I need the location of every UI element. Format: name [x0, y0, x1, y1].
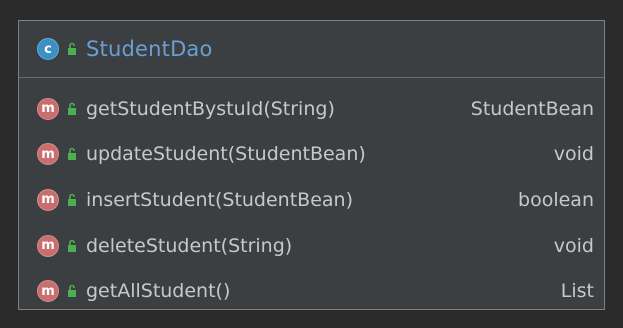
method-icon: m: [37, 280, 59, 303]
method-icon: m: [37, 97, 59, 120]
method-row[interactable]: m getAllStudent() List: [19, 268, 604, 314]
class-header: c StudentDao: [19, 21, 604, 78]
class-name: StudentDao: [86, 37, 213, 61]
method-row[interactable]: m insertStudent(StudentBean) boolean: [19, 177, 604, 223]
method-return-type: void: [553, 234, 594, 257]
public-lock-icon: [67, 239, 77, 253]
method-return-type: void: [553, 143, 594, 166]
class-icon: c: [37, 38, 59, 60]
public-lock-icon: [67, 147, 77, 161]
method-signature: insertStudent(StudentBean): [86, 188, 353, 211]
method-signature: getAllStudent(): [86, 280, 231, 303]
uml-class-box: c StudentDao m getStudentBystuId(String)…: [18, 20, 605, 310]
method-return-type: boolean: [518, 188, 594, 211]
method-icon: m: [37, 234, 59, 257]
method-icon: m: [37, 188, 59, 211]
public-lock-icon: [67, 284, 77, 298]
method-list: m getStudentBystuId(String) StudentBean …: [19, 78, 604, 314]
method-return-type: List: [560, 280, 594, 303]
method-row[interactable]: m getStudentBystuId(String) StudentBean: [19, 86, 604, 132]
method-row[interactable]: m deleteStudent(String) void: [19, 223, 604, 269]
method-return-type: StudentBean: [470, 97, 594, 120]
method-signature: getStudentBystuId(String): [86, 97, 335, 120]
method-icon: m: [37, 143, 59, 166]
method-signature: deleteStudent(String): [86, 234, 293, 257]
method-row[interactable]: m updateStudent(StudentBean) void: [19, 132, 604, 178]
public-lock-icon: [67, 102, 77, 116]
public-lock-icon: [67, 42, 77, 56]
method-signature: updateStudent(StudentBean): [86, 143, 366, 166]
public-lock-icon: [67, 193, 77, 207]
